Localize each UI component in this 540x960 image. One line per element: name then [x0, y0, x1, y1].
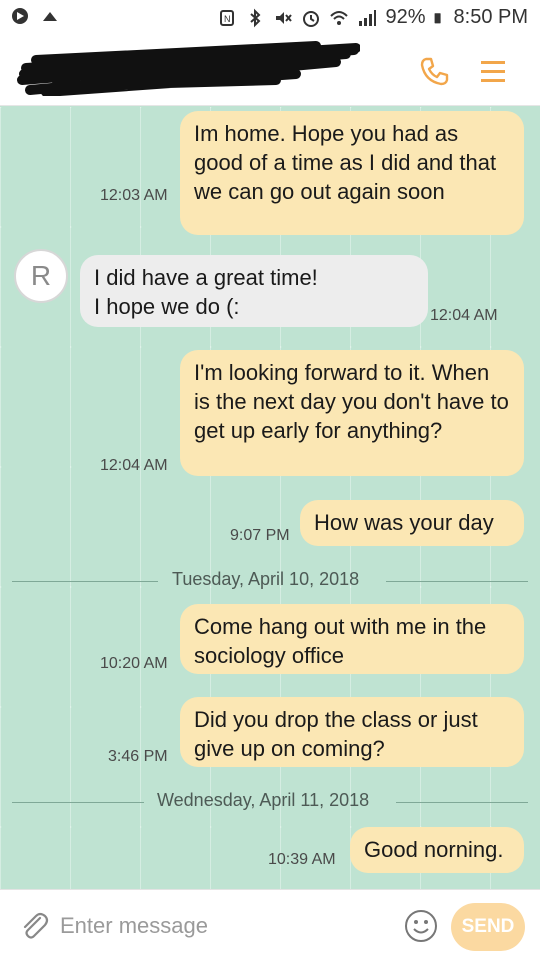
- battery-percent: 92%: [385, 6, 426, 28]
- message-list[interactable]: Im home. Hope you had as good of a time …: [0, 107, 540, 889]
- date-divider: Wednesday, April 11, 2018: [12, 790, 528, 814]
- outgoing-message[interactable]: How was your day: [300, 500, 524, 546]
- message-time: 10:20 AM: [100, 655, 168, 672]
- signal-icon: [359, 9, 377, 26]
- outgoing-message[interactable]: Come hang out with me in the sociology o…: [180, 604, 524, 674]
- message-time: 12:03 AM: [100, 187, 168, 204]
- battery-icon: [434, 12, 441, 23]
- mute-icon: [276, 11, 293, 24]
- emoji-icon[interactable]: [404, 909, 438, 943]
- svg-text:N: N: [224, 14, 231, 24]
- menu-icon[interactable]: [476, 54, 510, 88]
- wifi-icon: [330, 10, 349, 25]
- outgoing-message[interactable]: I'm looking forward to it. When is the n…: [180, 350, 524, 476]
- send-button[interactable]: SEND: [451, 903, 525, 951]
- cloud-icon: [43, 12, 57, 21]
- message-time: 12:04 AM: [430, 307, 498, 324]
- alarm-icon: [303, 10, 320, 27]
- clock: 8:50 PM: [453, 6, 528, 28]
- message-time: 12:04 AM: [100, 457, 168, 474]
- phone-icon[interactable]: [417, 54, 451, 88]
- message-time: 10:39 AM: [268, 851, 336, 868]
- outgoing-message[interactable]: Im home. Hope you had as good of a time …: [180, 111, 524, 235]
- incoming-message[interactable]: I did have a great time! I hope we do (:: [80, 255, 428, 327]
- messenger-icon: [12, 8, 28, 24]
- status-bar: N 92% 8:50 PM: [0, 0, 540, 36]
- message-time: 3:46 PM: [108, 748, 168, 765]
- outgoing-message[interactable]: Did you drop the class or just give up o…: [180, 697, 524, 767]
- message-composer: SEND: [0, 889, 540, 960]
- message-time: 9:07 PM: [230, 527, 290, 544]
- date-divider: Tuesday, April 10, 2018: [12, 569, 528, 593]
- avatar[interactable]: R: [14, 249, 68, 303]
- conversation-header: mas: [0, 36, 540, 106]
- nfc-icon: N: [220, 9, 235, 26]
- message-input[interactable]: [60, 908, 390, 944]
- outgoing-message[interactable]: Good norning.: [350, 827, 524, 873]
- redaction-scribble: [17, 41, 360, 96]
- bluetooth-icon: [250, 8, 261, 27]
- attach-icon[interactable]: [18, 910, 50, 942]
